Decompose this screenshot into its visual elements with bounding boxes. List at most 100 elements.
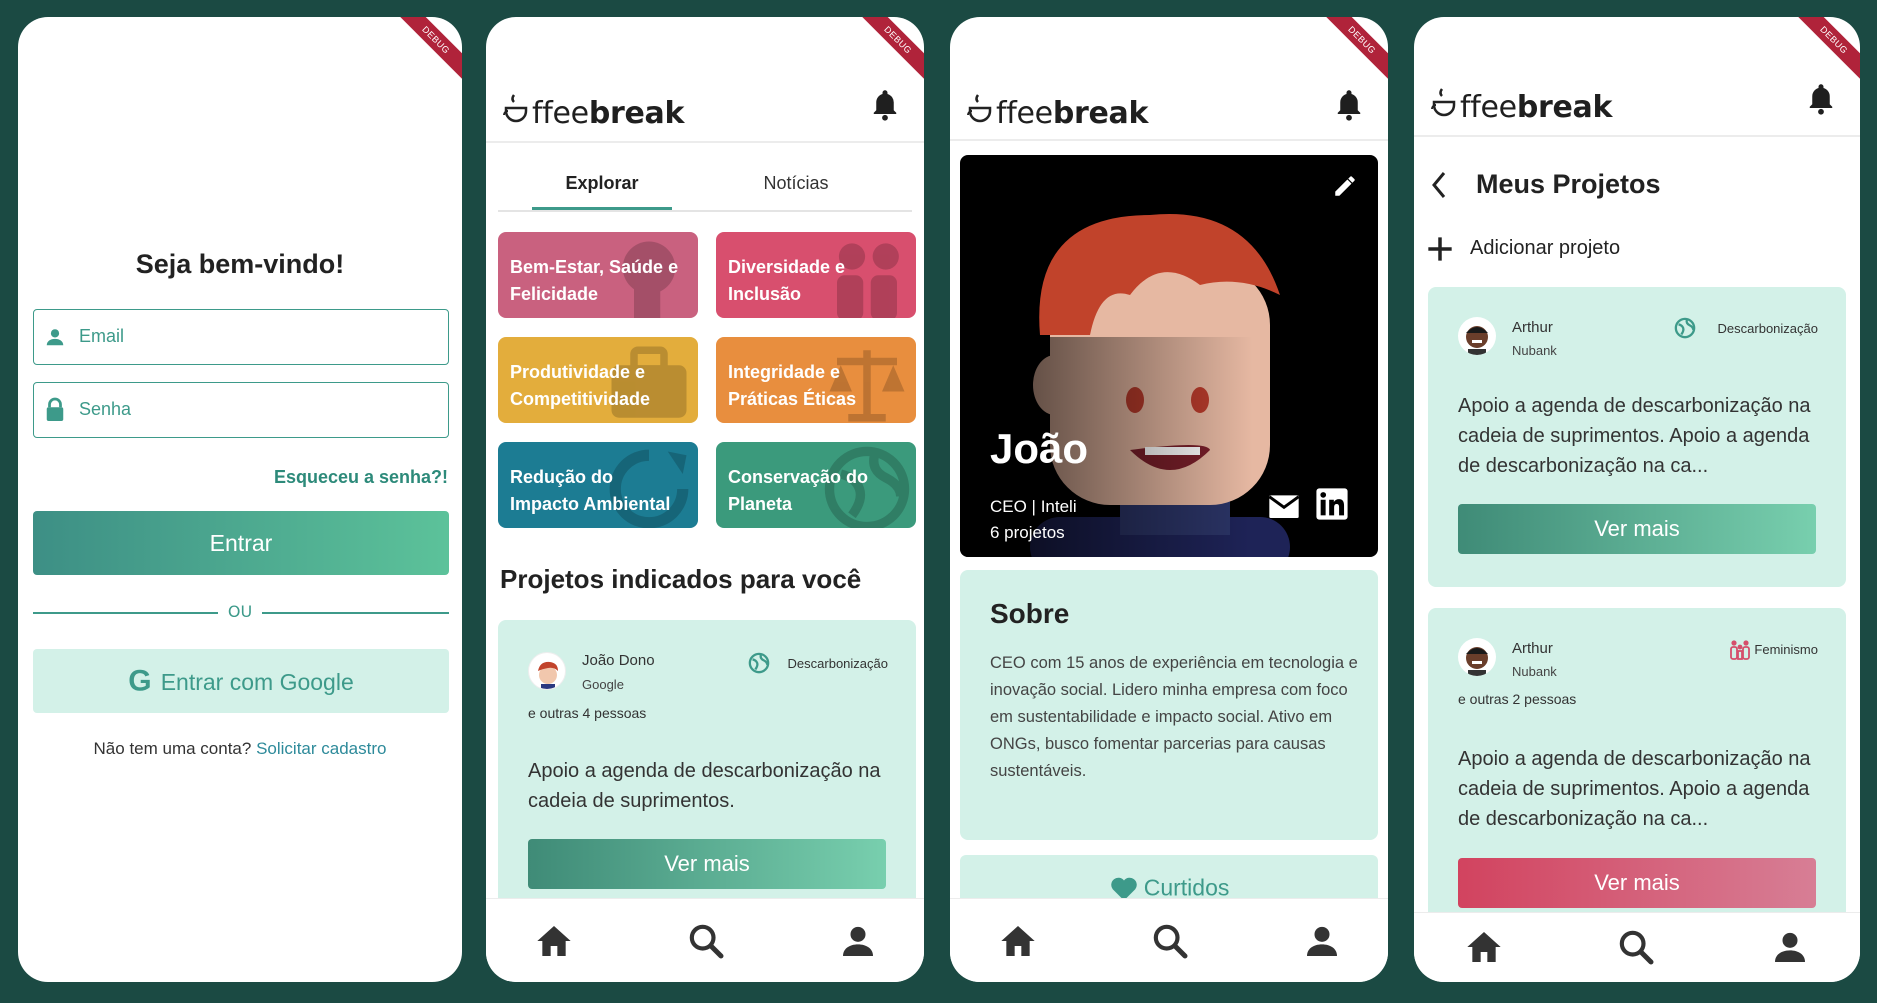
liked-label: Curtidos	[1143, 874, 1230, 901]
ver-mais-button[interactable]: Ver mais	[528, 839, 886, 889]
coffee-cup-icon	[502, 91, 532, 133]
category-conservacao[interactable]: Conservação do Planeta	[716, 442, 916, 528]
debug-banner: DEBUG	[392, 17, 462, 84]
category-integridade[interactable]: Integridade e Práticas Éticas	[716, 337, 916, 423]
profile-icon[interactable]	[838, 921, 878, 961]
profile-icon[interactable]	[1302, 921, 1342, 961]
project-tag: Descarbonização	[787, 656, 888, 671]
bottom-nav	[950, 898, 1388, 982]
profile-name: João	[990, 425, 1089, 472]
project-tag: Descarbonização	[1717, 321, 1818, 336]
header-divider	[950, 139, 1388, 141]
ver-mais-button[interactable]: Ver mais	[1458, 858, 1816, 908]
profile-icon[interactable]	[1770, 927, 1810, 967]
linkedin-icon[interactable]	[1315, 487, 1349, 521]
plus-icon	[1428, 237, 1452, 261]
project-tag: Feminismo	[1754, 642, 1818, 657]
avatar	[1458, 317, 1496, 355]
google-button[interactable]: G Entrar com Google	[33, 649, 449, 713]
author-company: Nubank	[1512, 664, 1557, 679]
people-icon	[1730, 640, 1750, 660]
back-arrow-icon[interactable]	[1428, 169, 1452, 201]
profile-projects-count: 6 projetos	[990, 523, 1065, 542]
avatar	[528, 652, 566, 690]
header-divider	[486, 141, 924, 143]
coffee-cup-icon	[966, 91, 996, 133]
category-bem-estar[interactable]: Bem-Estar, Saúde e Felicidade	[498, 232, 698, 318]
project-description: Apoio a agenda de descarbonização na cad…	[1458, 748, 1811, 830]
enter-button[interactable]: Entrar	[33, 511, 449, 575]
login-screen: DEBUG Seja bem-vindo! Email Senha Esquec…	[18, 17, 462, 982]
search-icon[interactable]	[1616, 927, 1656, 967]
lock-icon	[46, 397, 64, 421]
profile-role: CEO | Inteli	[990, 497, 1077, 516]
about-title: Sobre	[990, 598, 1070, 629]
mail-icon[interactable]	[1268, 491, 1300, 521]
google-label: Entrar com Google	[160, 668, 354, 695]
project-card[interactable]: Arthur Nubank Feminismo e outras 2 pesso…	[1428, 608, 1846, 928]
bottom-nav	[486, 898, 924, 982]
bell-icon[interactable]	[1806, 81, 1836, 115]
home-icon[interactable]	[998, 921, 1038, 961]
header-divider	[1414, 135, 1860, 137]
project-description: Apoio a agenda de descarbonização na cad…	[528, 760, 881, 812]
profile-screen: DEBUG ffeebreak João CEO | Inteli 6 proj…	[950, 17, 1388, 982]
author-company: Google	[582, 677, 624, 692]
divider-left	[33, 612, 218, 614]
divider-right	[262, 612, 449, 614]
author-name: João Dono	[582, 652, 655, 669]
profile-banner: João CEO | Inteli 6 projetos	[960, 155, 1378, 557]
section-title: Projetos indicados para você	[500, 564, 862, 594]
bell-icon[interactable]	[1334, 87, 1364, 121]
project-others: e outras 4 pessoas	[528, 705, 647, 721]
home-icon[interactable]	[534, 921, 574, 961]
google-icon: G	[128, 664, 152, 698]
app-logo: ffeebreak	[966, 89, 1148, 131]
project-card[interactable]: João Dono Google Descarbonização e outra…	[498, 620, 916, 918]
bell-icon[interactable]	[870, 87, 900, 121]
ver-mais-button[interactable]: Ver mais	[1458, 504, 1816, 554]
page-title: Meus Projetos	[1476, 169, 1661, 199]
divider-or: OU	[227, 602, 253, 621]
debug-banner: DEBUG	[1790, 17, 1860, 84]
edit-icon[interactable]	[1332, 173, 1358, 199]
forgot-password-link[interactable]: Esqueceu a senha?!	[274, 467, 448, 488]
app-logo: ffeebreak	[502, 89, 684, 131]
person-icon	[46, 329, 64, 346]
category-diversidade[interactable]: Diversidade e Inclusão	[716, 232, 916, 318]
category-reducao[interactable]: Redução do Impacto Ambiental	[498, 442, 698, 528]
author-company: Nubank	[1512, 343, 1557, 358]
project-card[interactable]: Arthur Nubank Descarbonização Apoio a ag…	[1428, 287, 1846, 587]
search-icon[interactable]	[1150, 921, 1190, 961]
globe-icon	[748, 652, 770, 674]
add-project-label: Adicionar projeto	[1470, 237, 1621, 259]
explore-screen: DEBUG ffeebreak Explorar Notícias Bem-Es…	[486, 17, 924, 982]
home-icon[interactable]	[1464, 927, 1504, 967]
tab-noticias[interactable]: Notícias	[726, 173, 866, 194]
app-logo: ffeebreak	[1430, 83, 1612, 125]
about-text: CEO com 15 anos de experiência em tecnol…	[990, 654, 1358, 780]
password-placeholder: Senha	[79, 399, 132, 419]
globe-icon	[1674, 317, 1696, 339]
debug-banner: DEBUG	[1318, 17, 1388, 84]
author-name: Arthur	[1512, 319, 1553, 336]
login-title: Seja bem-vindo!	[135, 249, 345, 279]
tabs-divider	[498, 210, 912, 212]
coffee-cup-icon	[1430, 85, 1460, 127]
email-placeholder: Email	[79, 326, 125, 346]
request-signup-link[interactable]: Solicitar cadastro	[256, 739, 386, 758]
about-card: Sobre CEO com 15 anos de experiência em …	[960, 570, 1378, 840]
my-projects-screen: DEBUG ffeebreak Meus Projetos Adicionar …	[1414, 17, 1860, 982]
bottom-nav	[1414, 912, 1860, 982]
author-name: Arthur	[1512, 640, 1553, 657]
tab-explorar[interactable]: Explorar	[532, 173, 672, 194]
debug-banner: DEBUG	[854, 17, 924, 84]
no-account-text: Não tem uma conta?	[93, 739, 252, 758]
signup-line: Não tem uma conta? Solicitar cadastro	[18, 739, 462, 759]
password-field[interactable]: Senha	[33, 382, 449, 438]
project-description: Apoio a agenda de descarbonização na cad…	[1458, 395, 1811, 477]
category-produtividade[interactable]: Produtividade e Competitividade	[498, 337, 698, 423]
avatar	[1458, 638, 1496, 676]
search-icon[interactable]	[686, 921, 726, 961]
email-field[interactable]: Email	[33, 309, 449, 365]
